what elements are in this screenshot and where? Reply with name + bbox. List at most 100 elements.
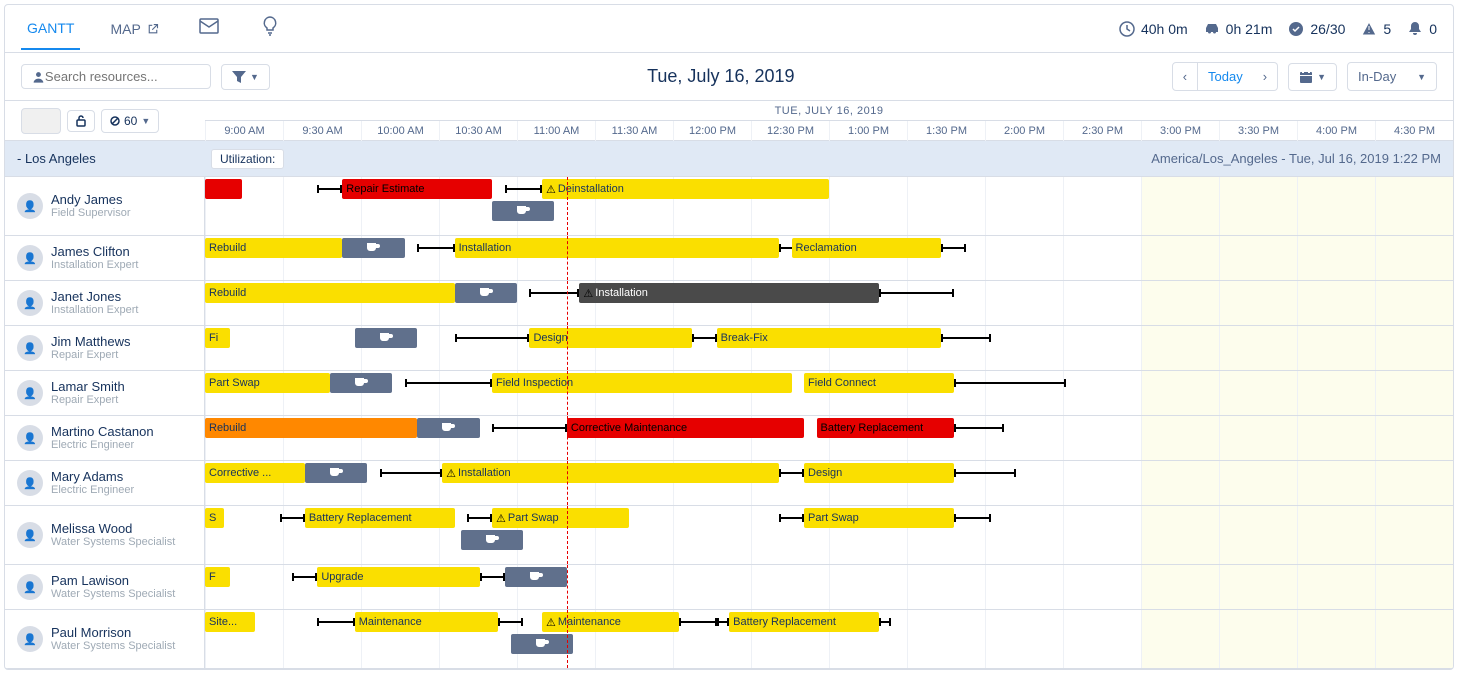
appointment[interactable]: Battery Replacement bbox=[817, 418, 954, 438]
kpi-violations-value: 5 bbox=[1383, 21, 1391, 37]
coffee-icon bbox=[534, 637, 550, 651]
resource-title: Installation Expert bbox=[51, 304, 138, 316]
hour-label: 2:00 PM bbox=[985, 121, 1063, 141]
calendar-button[interactable]: ▼ bbox=[1288, 63, 1337, 91]
resource-cell[interactable]: 👤Lamar SmithRepair Expert bbox=[5, 371, 205, 415]
timeline-cell[interactable]: Rebuild ⚠ Installation bbox=[205, 281, 1453, 325]
break-block[interactable] bbox=[342, 238, 404, 258]
resource-cell[interactable]: 👤Jim MatthewsRepair Expert bbox=[5, 326, 205, 370]
appointment[interactable]: Part Swap bbox=[205, 373, 330, 393]
resource-cell[interactable]: 👤Paul MorrisonWater Systems Specialist bbox=[5, 610, 205, 668]
prev-button[interactable]: ‹ bbox=[1172, 62, 1198, 91]
filter-icon bbox=[232, 71, 246, 83]
timeline-cell[interactable]: F Upgrade bbox=[205, 565, 1453, 609]
search-input[interactable] bbox=[45, 69, 200, 84]
today-button[interactable]: Today bbox=[1198, 62, 1253, 91]
tab-map[interactable]: MAP bbox=[104, 9, 164, 49]
appointment[interactable]: Design bbox=[529, 328, 691, 348]
appointment[interactable]: ⚠ Installation bbox=[579, 283, 879, 303]
appointment[interactable]: Battery Replacement bbox=[729, 612, 879, 632]
appointment[interactable]: Break-Fix bbox=[717, 328, 942, 348]
collapse-toggle[interactable] bbox=[21, 108, 61, 134]
appointment[interactable]: Field Connect bbox=[804, 373, 954, 393]
view-select[interactable]: In-Day ▼ bbox=[1347, 62, 1437, 91]
interval-value: 60 bbox=[124, 114, 137, 128]
appointment-label: Installation bbox=[459, 242, 512, 254]
break-block[interactable] bbox=[461, 530, 523, 550]
break-block[interactable] bbox=[492, 201, 554, 221]
appointment[interactable]: Field Inspection bbox=[492, 373, 792, 393]
resource-cell[interactable]: 👤Melissa WoodWater Systems Specialist bbox=[5, 506, 205, 564]
resource-cell[interactable]: 👤James CliftonInstallation Expert bbox=[5, 236, 205, 280]
resource-cell[interactable]: 👤Mary AdamsElectric Engineer bbox=[5, 461, 205, 505]
resource-name: Pam Lawison bbox=[51, 574, 175, 588]
appointment[interactable]: Fi bbox=[205, 328, 230, 348]
appointment[interactable]: ⚠ Part Swap bbox=[492, 508, 629, 528]
timeline-cell[interactable]: Corrective ... ⚠ Installation Design bbox=[205, 461, 1453, 505]
timeline-cell[interactable]: Rebuild Installation Reclamation bbox=[205, 236, 1453, 280]
appointment[interactable]: Corrective Maintenance bbox=[567, 418, 804, 438]
interval-select[interactable]: 60 ▼ bbox=[101, 109, 159, 133]
next-button[interactable]: › bbox=[1253, 62, 1278, 91]
resource-cell[interactable]: 👤Martino CastanonElectric Engineer bbox=[5, 416, 205, 460]
appointment[interactable]: Site... bbox=[205, 612, 255, 632]
timeline-cell[interactable]: Site... Maintenance ⚠ Maintenance Battery R… bbox=[205, 610, 1453, 668]
coffee-icon bbox=[515, 204, 531, 218]
appointment[interactable]: ⚠ Installation bbox=[442, 463, 779, 483]
hour-label: 12:30 PM bbox=[751, 121, 829, 141]
resource-title: Water Systems Specialist bbox=[51, 640, 175, 652]
kpi-scheduled: 40h 0m bbox=[1119, 21, 1188, 37]
travel-line bbox=[405, 382, 492, 384]
appointment[interactable]: ⚠ Deinstallation bbox=[542, 179, 829, 199]
appointment[interactable]: S bbox=[205, 508, 224, 528]
timeline-cell[interactable]: S Battery Replacement ⚠ Part Swap Part Swap bbox=[205, 506, 1453, 564]
territory-toggle[interactable]: - Los Angeles bbox=[5, 151, 205, 166]
break-block[interactable] bbox=[355, 328, 417, 348]
lock-button[interactable] bbox=[67, 110, 95, 132]
timeline-cell[interactable]: Fi Design Break-Fix bbox=[205, 326, 1453, 370]
break-block[interactable] bbox=[305, 463, 367, 483]
timeline-cell[interactable]: Repair Estimate ⚠ Deinstallation bbox=[205, 177, 1453, 235]
appointment[interactable]: Corrective ... bbox=[205, 463, 305, 483]
appointment-label: Fi bbox=[209, 332, 218, 344]
lightbulb-icon[interactable] bbox=[253, 10, 287, 47]
tab-gantt[interactable]: GANTT bbox=[21, 8, 80, 50]
hour-label: 3:00 PM bbox=[1141, 121, 1219, 141]
resource-row: 👤Melissa WoodWater Systems SpecialistS Ba… bbox=[5, 506, 1453, 565]
date-nav-group: ‹ Today › bbox=[1172, 62, 1278, 91]
break-block[interactable] bbox=[417, 418, 479, 438]
appointment[interactable]: F bbox=[205, 567, 230, 587]
appointment[interactable]: ⚠ Maintenance bbox=[542, 612, 679, 632]
break-block[interactable] bbox=[505, 567, 567, 587]
appointment-label: Battery Replacement bbox=[821, 422, 924, 434]
appointment[interactable]: Reclamation bbox=[792, 238, 942, 258]
appointment[interactable]: Part Swap bbox=[804, 508, 954, 528]
appointment[interactable]: Rebuild bbox=[205, 283, 455, 303]
appointment[interactable]: Upgrade bbox=[317, 567, 479, 587]
filter-button[interactable]: ▼ bbox=[221, 64, 270, 90]
timeline-cell[interactable]: Rebuild Corrective Maintenance Battery Rep… bbox=[205, 416, 1453, 460]
break-block[interactable] bbox=[330, 373, 392, 393]
resource-cell[interactable]: 👤Pam LawisonWater Systems Specialist bbox=[5, 565, 205, 609]
appointment[interactable]: Battery Replacement bbox=[305, 508, 455, 528]
hour-label: 9:00 AM bbox=[205, 121, 283, 141]
appointment[interactable]: Rebuild bbox=[205, 238, 342, 258]
appointment[interactable]: Design bbox=[804, 463, 954, 483]
break-block[interactable] bbox=[511, 634, 573, 654]
appointment[interactable] bbox=[205, 179, 242, 199]
check-circle-icon bbox=[1288, 21, 1304, 37]
appointment[interactable]: Repair Estimate bbox=[342, 179, 492, 199]
hour-label: 4:30 PM bbox=[1375, 121, 1453, 141]
mail-icon[interactable] bbox=[189, 12, 229, 45]
appointment[interactable]: Maintenance bbox=[355, 612, 499, 632]
resource-cell[interactable]: 👤Andy JamesField Supervisor bbox=[5, 177, 205, 235]
travel-line bbox=[954, 517, 991, 519]
search-box[interactable] bbox=[21, 64, 211, 89]
appointment[interactable]: Installation bbox=[455, 238, 779, 258]
timeline-cell[interactable]: Part Swap Field Inspection Field Connect bbox=[205, 371, 1453, 415]
appointment-label: Field Connect bbox=[808, 377, 876, 389]
resource-cell[interactable]: 👤Janet JonesInstallation Expert bbox=[5, 281, 205, 325]
break-block[interactable] bbox=[455, 283, 517, 303]
appointment[interactable]: Rebuild bbox=[205, 418, 417, 438]
coffee-icon bbox=[353, 376, 369, 390]
